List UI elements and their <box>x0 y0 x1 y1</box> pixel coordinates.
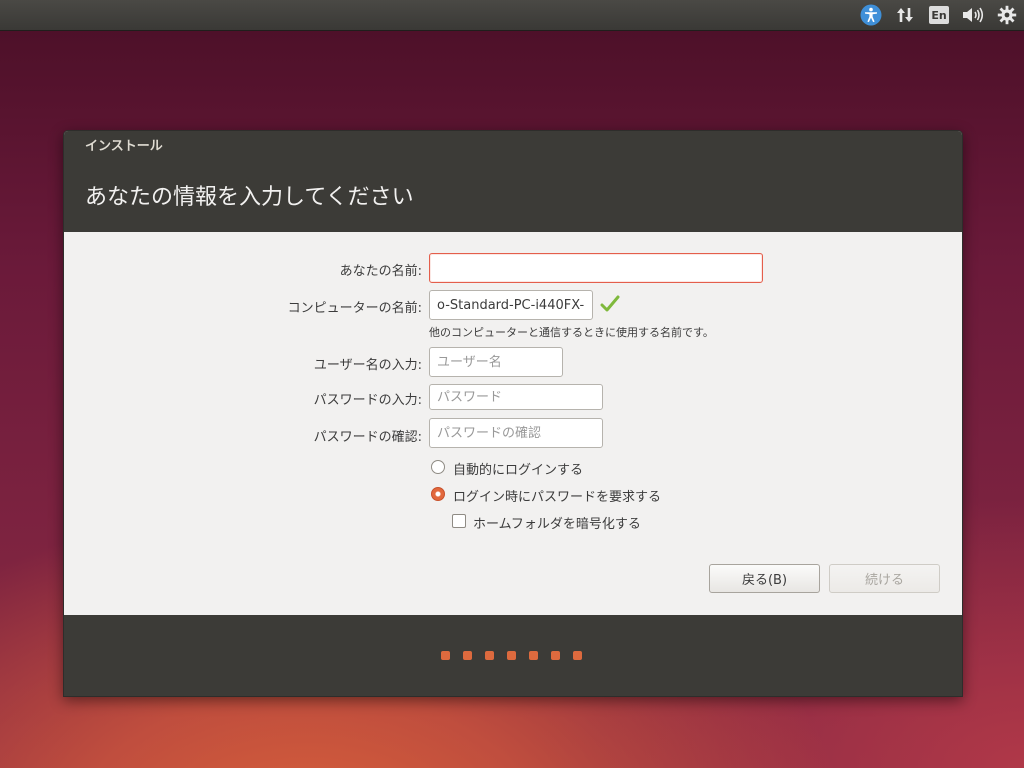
encrypt-home-label[interactable]: ホームフォルダを暗号化する <box>473 513 641 532</box>
back-button[interactable]: 戻る(B) <box>709 564 820 593</box>
page-title: あなたの情報を入力してください <box>85 185 414 210</box>
progress-dot <box>573 651 582 660</box>
form-area: あなたの名前: コンピューターの名前: 他のコンピューターと通信するときに使用す… <box>64 232 962 615</box>
computer-name-label: コンピューターの名前: <box>287 301 422 316</box>
auto-login-radio[interactable] <box>431 460 445 474</box>
language-badge: En <box>929 6 949 24</box>
username-input[interactable] <box>429 347 563 377</box>
progress-footer <box>64 615 962 696</box>
auto-login-label[interactable]: 自動的にログインする <box>453 459 583 478</box>
name-label: あなたの名前: <box>339 264 422 279</box>
require-password-label[interactable]: ログイン時にパスワードを要求する <box>453 486 661 505</box>
progress-dot <box>463 651 472 660</box>
system-gear-icon[interactable] <box>996 0 1018 30</box>
installer-window: インストール あなたの情報を入力してください あなたの名前: コンピューターの名… <box>63 130 963 697</box>
computer-name-hint: 他のコンピューターと通信するときに使用する名前です。 <box>429 326 714 339</box>
encrypt-home-checkbox[interactable] <box>452 514 466 528</box>
window-header: インストール あなたの情報を入力してください <box>64 131 962 232</box>
continue-button[interactable]: 続ける <box>829 564 940 593</box>
password-input[interactable] <box>429 384 603 410</box>
progress-dot <box>529 651 538 660</box>
require-password-radio[interactable] <box>431 487 445 501</box>
accessibility-icon[interactable] <box>860 0 882 30</box>
password-label: パスワードの入力: <box>313 393 422 408</box>
confirm-password-label: パスワードの確認: <box>313 430 422 445</box>
keyboard-layout-indicator[interactable]: En <box>928 0 950 30</box>
valid-check-icon <box>600 295 620 312</box>
progress-dot <box>485 651 494 660</box>
progress-dot <box>441 651 450 660</box>
computer-name-input[interactable] <box>429 290 593 320</box>
name-input[interactable] <box>429 253 763 283</box>
top-panel: En <box>0 0 1024 31</box>
username-label: ユーザー名の入力: <box>313 358 422 373</box>
window-title: インストール <box>85 139 163 154</box>
network-icon[interactable] <box>895 0 915 30</box>
confirm-password-input[interactable] <box>429 418 603 448</box>
progress-dots <box>441 651 582 660</box>
volume-icon[interactable] <box>961 0 985 30</box>
progress-dot <box>507 651 516 660</box>
progress-dot <box>551 651 560 660</box>
